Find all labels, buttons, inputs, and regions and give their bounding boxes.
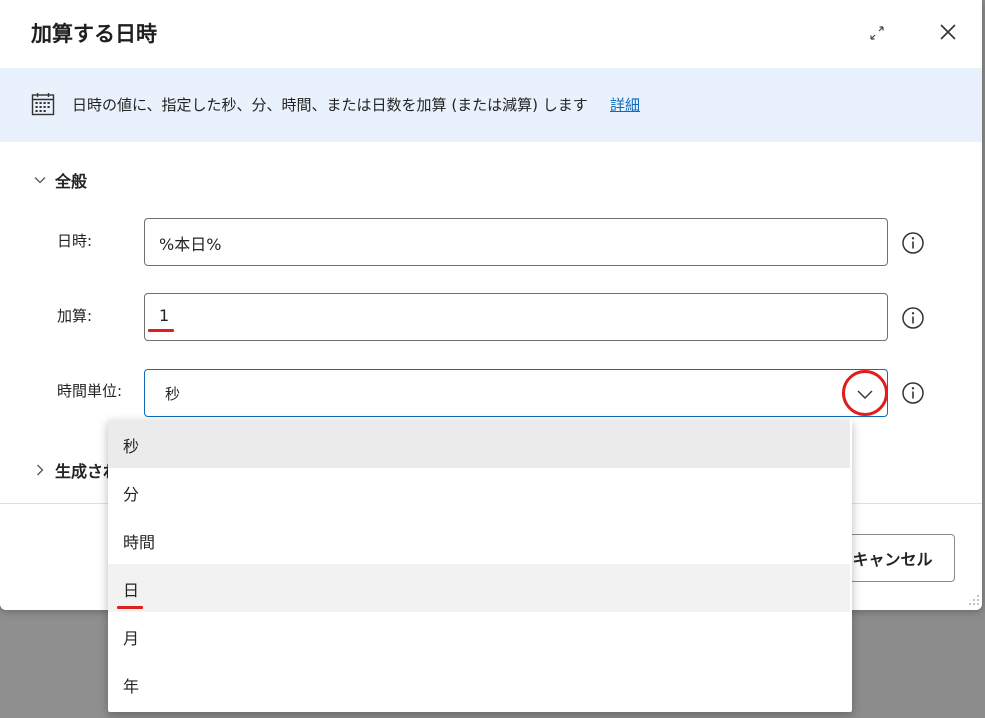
calendar-icon xyxy=(31,93,55,116)
add-value: 1 xyxy=(159,306,170,325)
datetime-input[interactable]: %本日% xyxy=(144,218,888,266)
annotation-underline xyxy=(117,606,143,609)
dropdown-option-hours[interactable]: 時間 xyxy=(108,516,850,564)
annotation-underline xyxy=(148,329,174,332)
chevron-down-icon xyxy=(34,177,46,184)
details-link[interactable]: 詳細 xyxy=(610,94,640,115)
datetime-label: 日時: xyxy=(57,232,93,250)
backdrop-shade xyxy=(0,610,108,718)
resize-grip-icon[interactable] xyxy=(966,592,980,606)
dropdown-option-days[interactable]: 日 xyxy=(108,564,850,612)
option-label: 分 xyxy=(123,485,140,504)
info-icon[interactable] xyxy=(901,231,925,255)
generated-section-toggle[interactable]: 生成され xyxy=(33,458,119,482)
option-label: 時間 xyxy=(123,533,156,552)
dropdown-option-years[interactable]: 年 xyxy=(108,660,850,708)
dropdown-option-minutes[interactable]: 分 xyxy=(108,468,850,516)
close-icon xyxy=(940,24,956,40)
chevron-right-icon xyxy=(37,464,44,476)
dialog-header: 加算する日時 xyxy=(0,0,982,68)
annotation-circle xyxy=(842,370,888,416)
info-icon[interactable] xyxy=(901,306,925,330)
option-label: 年 xyxy=(123,677,140,696)
option-label: 日 xyxy=(123,581,140,600)
option-label: 秒 xyxy=(123,437,140,456)
expand-button[interactable] xyxy=(866,22,888,44)
expand-icon xyxy=(870,26,884,40)
dialog-title: 加算する日時 xyxy=(31,22,157,46)
dropdown-option-seconds[interactable]: 秒 xyxy=(108,420,850,468)
time-unit-dropdown-list: 秒 分 時間 日 月 年 xyxy=(108,420,852,712)
option-label: 月 xyxy=(123,629,140,648)
dropdown-option-months[interactable]: 月 xyxy=(108,612,850,660)
info-icon[interactable] xyxy=(901,381,925,405)
close-button[interactable] xyxy=(936,20,960,44)
time-unit-label: 時間単位: xyxy=(57,382,123,400)
general-section-label: 全般 xyxy=(55,172,88,191)
action-description: 日時の値に、指定した秒、分、時間、または日数を加算 (または減算) します xyxy=(72,96,588,114)
time-unit-select[interactable]: 秒 xyxy=(144,369,888,417)
add-label: 加算: xyxy=(57,307,93,325)
datetime-value: %本日% xyxy=(159,235,222,254)
add-input[interactable]: 1 xyxy=(144,293,888,341)
time-unit-value: 秒 xyxy=(165,385,181,403)
info-bar: 日時の値に、指定した秒、分、時間、または日数を加算 (または減算) します 詳細 xyxy=(0,68,982,142)
general-section-toggle[interactable]: 全般 xyxy=(33,168,87,192)
